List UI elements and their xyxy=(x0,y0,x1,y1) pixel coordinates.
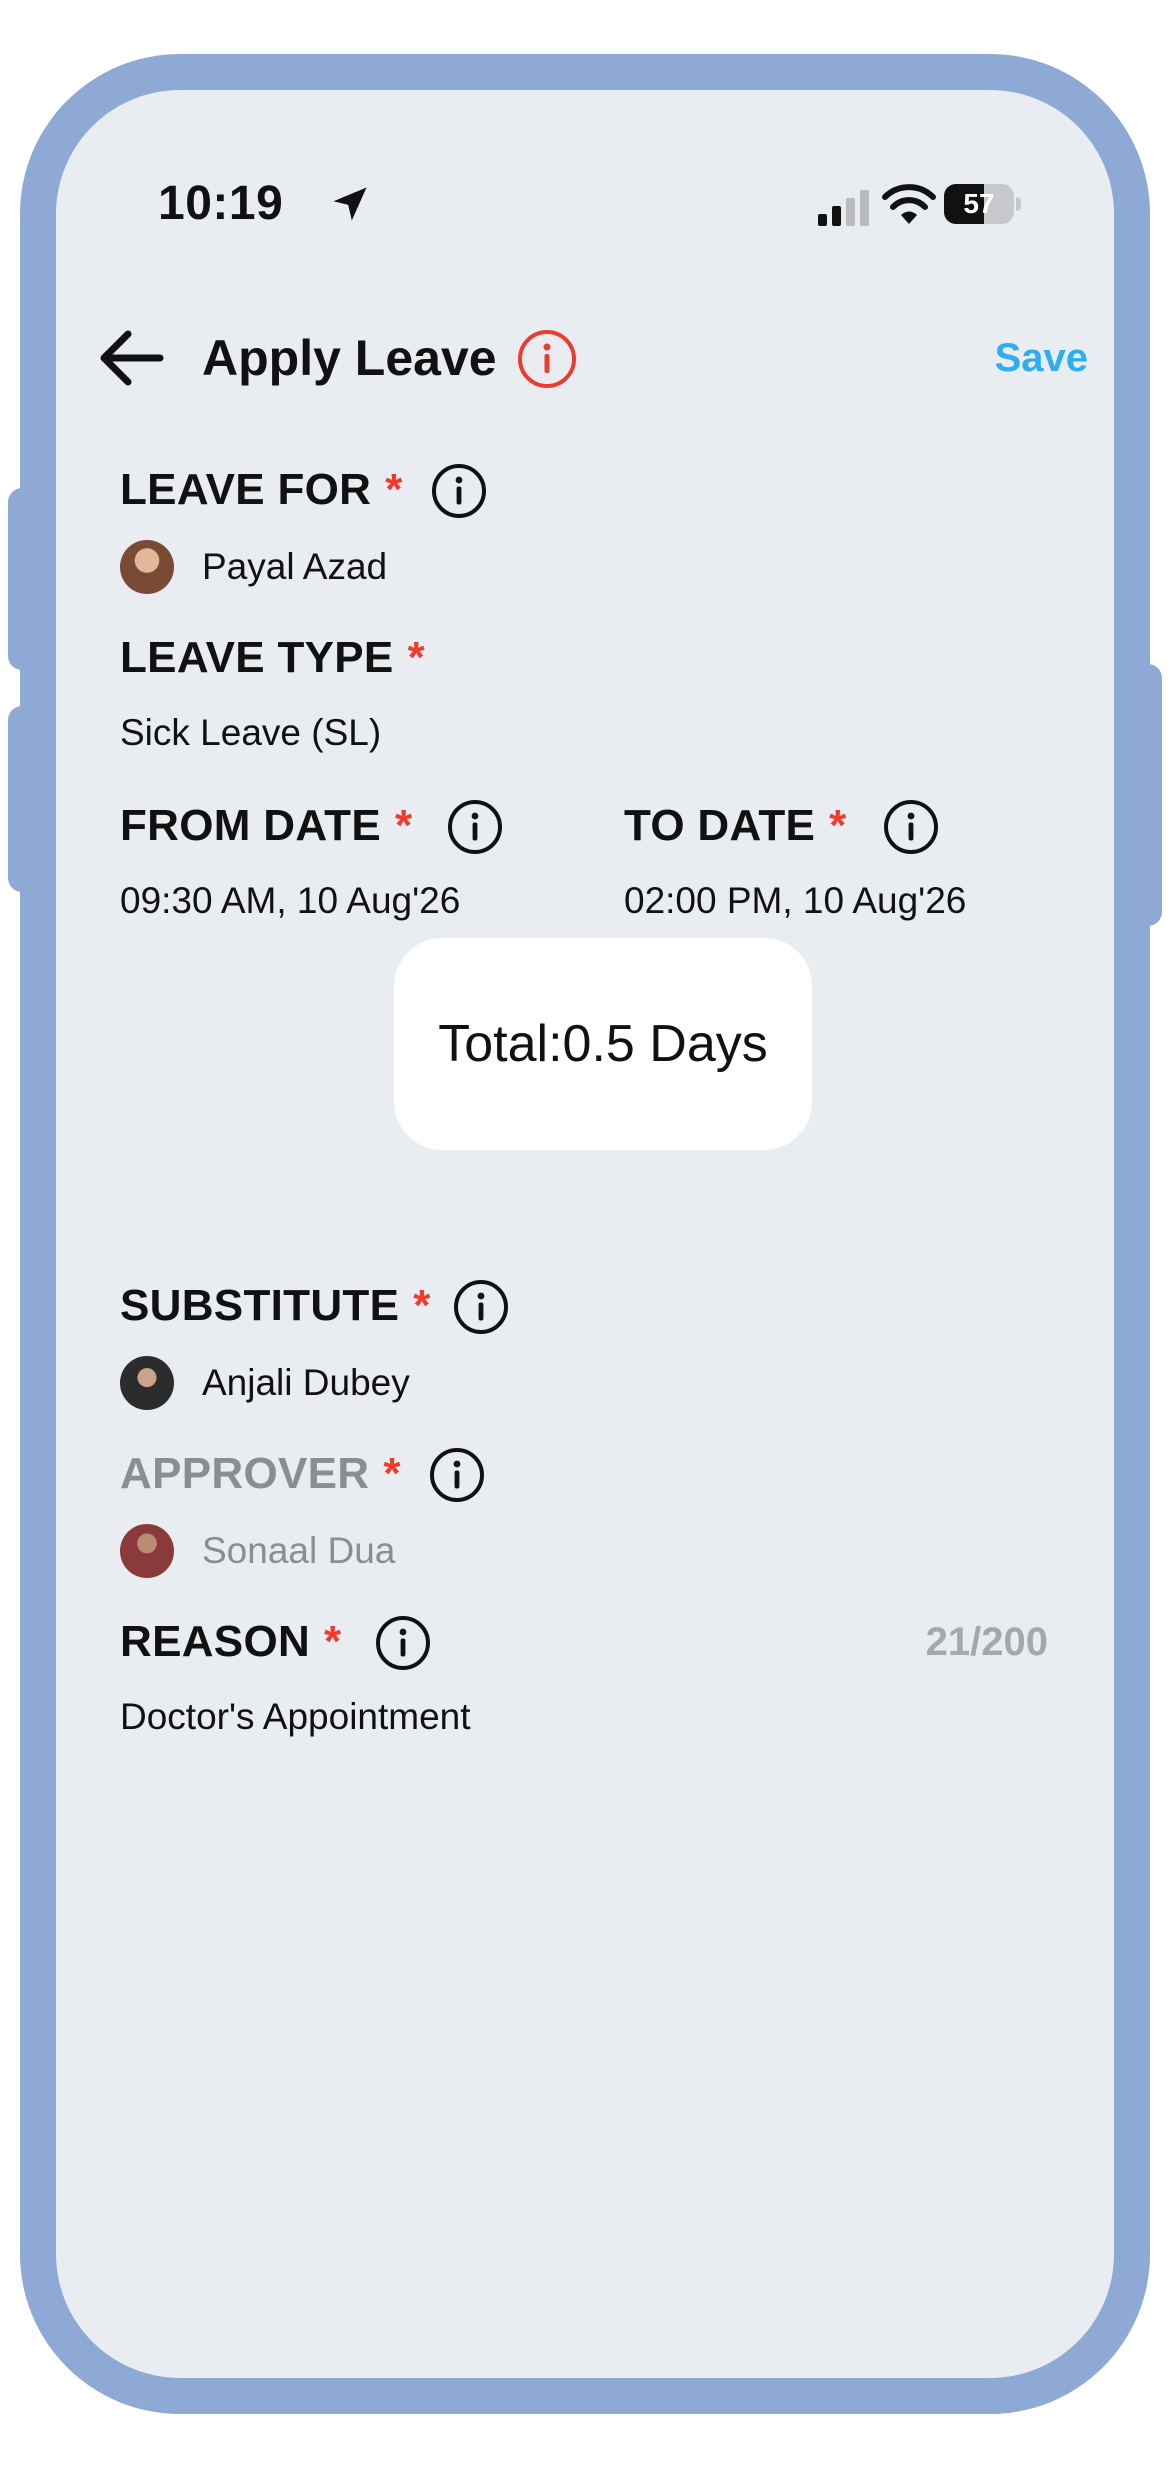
reason-label: REASON * xyxy=(120,1614,341,1670)
back-arrow-icon[interactable] xyxy=(96,326,168,390)
leave-type-label-text: LEAVE TYPE xyxy=(120,633,394,682)
to-date-label-text: TO DATE xyxy=(624,801,816,850)
to-date-label: TO DATE * xyxy=(624,798,847,854)
avatar xyxy=(120,1524,174,1578)
leave-type-label: LEAVE TYPE * xyxy=(120,630,425,686)
leave-for-info-icon[interactable] xyxy=(430,462,488,520)
from-date-value[interactable]: 09:30 AM, 10 Aug'26 xyxy=(120,876,460,926)
reason-char-count: 21/200 xyxy=(925,1620,1048,1664)
avatar xyxy=(120,1356,174,1410)
required-asterisk: * xyxy=(394,801,413,850)
status-bar: 10:19 57 xyxy=(56,90,1114,270)
phone-frame: 10:19 57 Apply Leave Save LEAVE FOR * Pa… xyxy=(20,54,1150,2414)
avatar xyxy=(120,540,174,594)
reason-info-icon[interactable] xyxy=(374,1614,432,1672)
leave-for-label-text: LEAVE FOR xyxy=(120,465,372,514)
total-days-text: Total:0.5 Days xyxy=(438,1015,768,1073)
battery-body: 57 xyxy=(944,184,1014,224)
approver-value: Sonaal Dua xyxy=(202,1530,396,1571)
required-asterisk: * xyxy=(829,801,847,850)
save-button[interactable]: Save xyxy=(995,330,1088,386)
page-title: Apply Leave xyxy=(202,330,497,386)
required-asterisk: * xyxy=(407,633,426,682)
approver-label-text: APPROVER xyxy=(120,1449,370,1498)
leave-for-label: LEAVE FOR * xyxy=(120,462,403,518)
substitute-label-text: SUBSTITUTE xyxy=(120,1281,400,1330)
required-asterisk: * xyxy=(385,465,403,514)
required-asterisk: * xyxy=(413,1281,431,1330)
required-asterisk: * xyxy=(383,1449,401,1498)
approver-info-icon[interactable] xyxy=(428,1446,486,1504)
from-date-info-icon[interactable] xyxy=(446,798,504,856)
wifi-icon xyxy=(882,184,936,224)
required-asterisk: * xyxy=(324,1617,342,1666)
app-screen: 10:19 57 Apply Leave Save LEAVE FOR * Pa… xyxy=(56,90,1114,2378)
location-arrow-icon xyxy=(333,187,367,221)
cellular-signal-icon xyxy=(818,190,869,226)
from-date-label: FROM DATE * xyxy=(120,798,412,854)
battery-icon: 57 xyxy=(944,184,1022,224)
approver-label: APPROVER * xyxy=(120,1446,401,1502)
from-date-label-text: FROM DATE xyxy=(120,801,381,850)
substitute-label: SUBSTITUTE * xyxy=(120,1278,431,1334)
substitute-info-icon[interactable] xyxy=(452,1278,510,1336)
info-icon[interactable] xyxy=(516,328,578,390)
leave-type-value[interactable]: Sick Leave (SL) xyxy=(120,708,381,758)
substitute-value[interactable]: Anjali Dubey xyxy=(202,1358,410,1408)
status-time: 10:19 xyxy=(158,177,284,230)
battery-level: 57 xyxy=(963,188,995,219)
to-date-info-icon[interactable] xyxy=(882,798,940,856)
reason-value[interactable]: Doctor's Appointment xyxy=(120,1692,471,1742)
to-date-value[interactable]: 02:00 PM, 10 Aug'26 xyxy=(624,876,966,926)
total-days-card: Total:0.5 Days xyxy=(394,938,812,1150)
battery-nub xyxy=(1016,197,1021,211)
reason-label-text: REASON xyxy=(120,1617,311,1666)
leave-for-value[interactable]: Payal Azad xyxy=(202,542,387,592)
